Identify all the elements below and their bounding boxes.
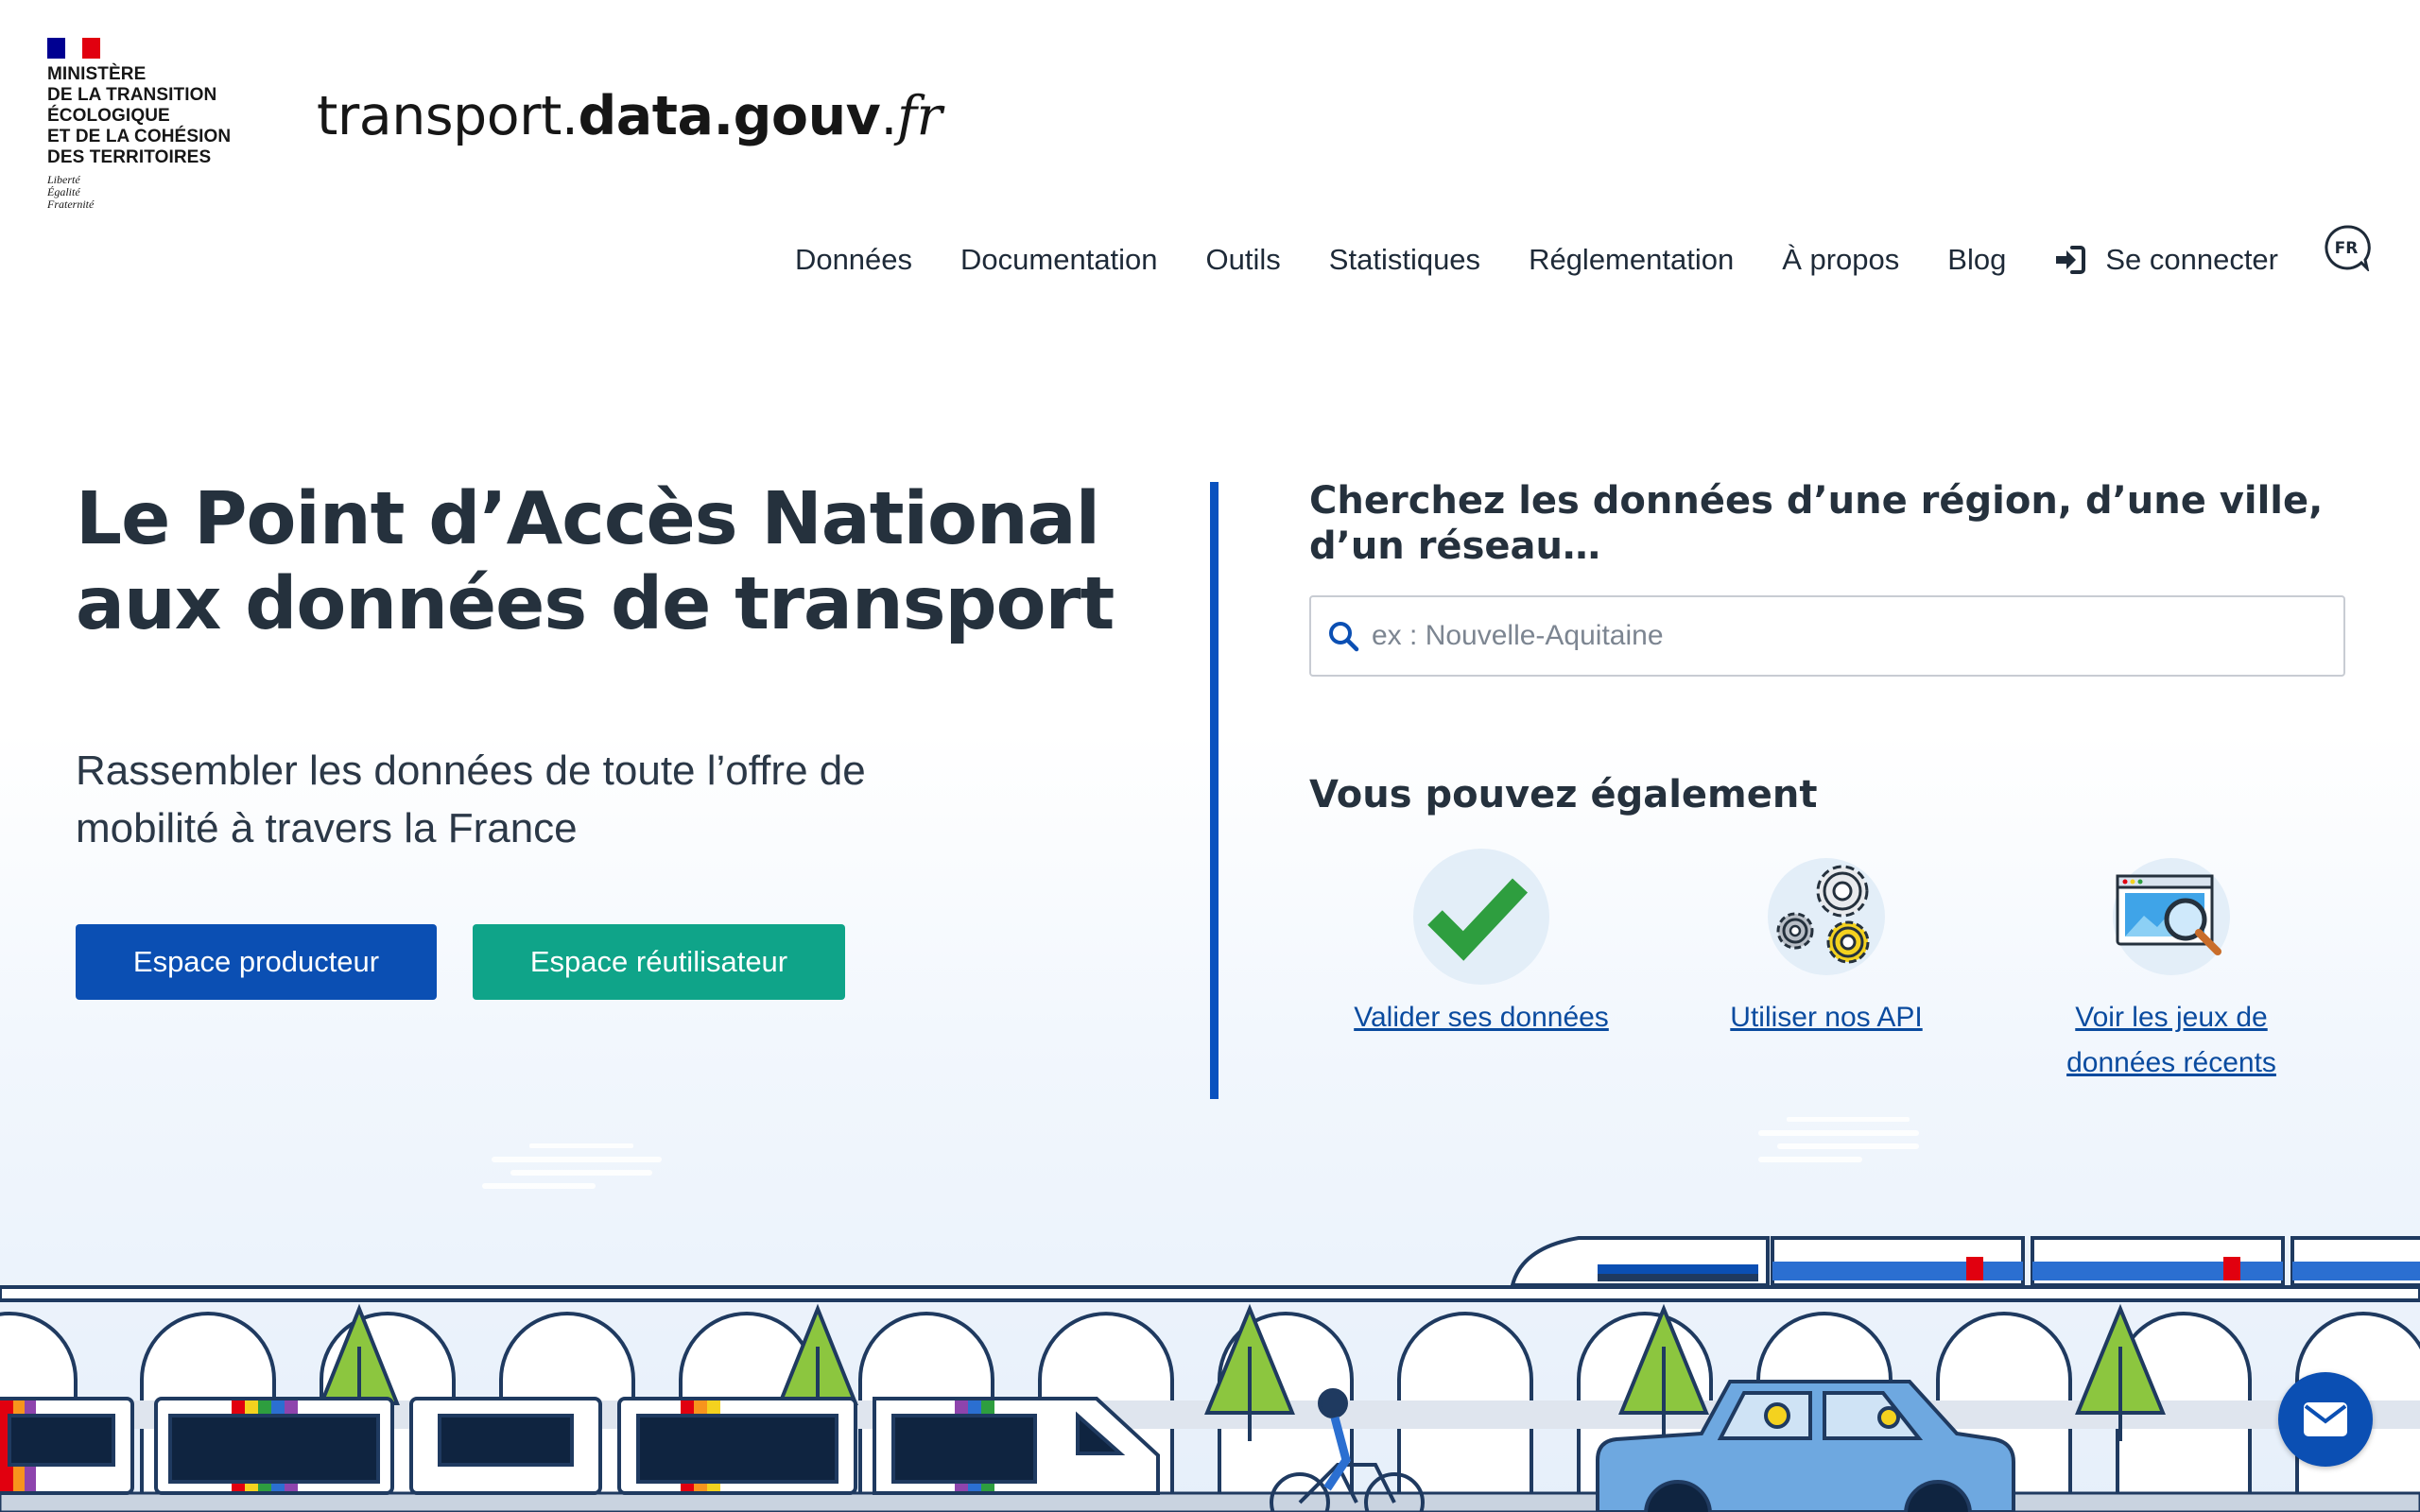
nav-item-reglementation[interactable]: Réglementation	[1529, 243, 1734, 277]
feature-api: Utiliser nos API	[1675, 846, 1978, 1040]
nav-item-donnees[interactable]: Données	[795, 243, 912, 277]
ministry-name: Ministère de la transition écologique et…	[47, 64, 232, 167]
contact-chat-button[interactable]	[2278, 1372, 2373, 1467]
vertical-divider	[1210, 482, 1219, 1099]
tgv-train	[1510, 1236, 2420, 1287]
hero-subtitle: Rassembler les données de toute l’offre …	[76, 747, 866, 851]
search-box	[1309, 595, 2345, 677]
cloud-left	[482, 1143, 662, 1189]
regional-train	[0, 1397, 1160, 1495]
producer-space-button[interactable]: Espace producteur	[76, 924, 437, 1000]
government-logo[interactable]: Ministère de la transition écologique et…	[47, 38, 265, 217]
cloud-right	[1758, 1117, 1919, 1162]
search-title: Cherchez les données d’une région, d’une…	[1309, 479, 2324, 568]
reuser-space-button[interactable]: Espace réutilisateur	[473, 924, 845, 1000]
marianne-flag-icon	[47, 38, 101, 59]
road	[0, 1491, 2420, 1512]
language-code: FR	[2335, 239, 2359, 258]
also-title: Vous pouvez également	[1309, 773, 1818, 816]
checkmark-icon	[1413, 849, 1549, 985]
data-search-icon	[2113, 858, 2230, 975]
use-api-link[interactable]: Utiliser nos API	[1675, 995, 1978, 1040]
sign-in-icon	[2056, 246, 2086, 274]
search-icon	[1329, 622, 1359, 652]
login-link[interactable]: Se connecter	[2054, 243, 2278, 277]
nav-item-statistiques[interactable]: Statistiques	[1329, 243, 1480, 277]
validate-data-link[interactable]: Valider ses données	[1330, 995, 1633, 1040]
nav-item-documentation[interactable]: Documentation	[960, 243, 1158, 277]
hero-title: Le Point d’Accès National aux données de…	[76, 477, 1115, 646]
nav-item-outils[interactable]: Outils	[1206, 243, 1281, 277]
nav-item-a-propos[interactable]: À propos	[1782, 243, 1899, 277]
envelope-icon	[2304, 1402, 2347, 1436]
main-navigation: Données Documentation Outils Statistique…	[795, 225, 2371, 284]
feature-recent-datasets: Voir les jeux de données récents	[2020, 846, 2323, 1086]
language-selector-icon[interactable]: FR	[2324, 224, 2371, 271]
transport-illustration	[0, 1117, 2420, 1512]
gears-icon	[1768, 858, 1885, 975]
search-input[interactable]	[1372, 620, 2317, 652]
republic-motto: Liberté Égalité Fraternité	[47, 173, 95, 211]
recent-datasets-link[interactable]: Voir les jeux de données récents	[2020, 995, 2323, 1086]
site-title-link[interactable]: transport.data.gouv.fr	[317, 85, 942, 147]
login-label: Se connecter	[2105, 243, 2278, 276]
nav-item-blog[interactable]: Blog	[1947, 243, 2006, 277]
feature-validate: Valider ses données	[1330, 846, 1633, 1040]
site-header: Ministère de la transition écologique et…	[0, 0, 2420, 312]
viaduct-deck	[0, 1285, 2420, 1302]
